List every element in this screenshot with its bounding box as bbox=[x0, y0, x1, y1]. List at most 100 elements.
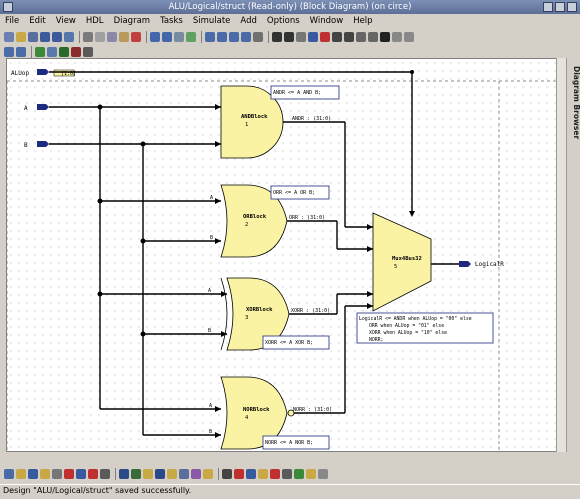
menu-hdl[interactable]: HDL bbox=[81, 15, 109, 28]
library-icon[interactable] bbox=[119, 469, 129, 479]
minimize-icon[interactable] bbox=[543, 2, 553, 12]
compile-icon[interactable] bbox=[47, 47, 57, 57]
paste-icon[interactable] bbox=[119, 32, 129, 42]
stop-icon[interactable] bbox=[234, 469, 244, 479]
grid-icon[interactable] bbox=[253, 32, 263, 42]
clear-icon[interactable] bbox=[270, 469, 280, 479]
close-icon[interactable] bbox=[567, 2, 577, 12]
mux-block-name: Mux4Bus32 bbox=[392, 256, 422, 262]
view-icon[interactable] bbox=[155, 469, 165, 479]
diagram-canvas[interactable]: ALUop [1:0] A B A B A B A B ANDBlock 1 A… bbox=[6, 58, 562, 452]
frame-icon[interactable] bbox=[392, 32, 402, 42]
menu-tasks[interactable]: Tasks bbox=[155, 15, 188, 28]
save-icon[interactable] bbox=[28, 32, 38, 42]
dashed-wire-icon[interactable] bbox=[356, 32, 366, 42]
print-icon[interactable] bbox=[83, 32, 93, 42]
flow-icon[interactable] bbox=[294, 469, 304, 479]
mux-block[interactable] bbox=[372, 212, 432, 312]
text-tool-icon[interactable] bbox=[284, 32, 294, 42]
bus-icon[interactable] bbox=[344, 32, 354, 42]
cut-icon[interactable] bbox=[95, 32, 105, 42]
nor-output-label: NORR : (31:0) bbox=[293, 407, 332, 413]
link-icon[interactable] bbox=[191, 469, 201, 479]
interface-icon[interactable] bbox=[76, 469, 86, 479]
zoom-area-icon[interactable] bbox=[241, 32, 251, 42]
port-b[interactable] bbox=[37, 141, 49, 147]
delete-icon[interactable] bbox=[131, 32, 141, 42]
back-icon[interactable] bbox=[40, 32, 50, 42]
port-a[interactable] bbox=[37, 104, 49, 110]
main-toolbar bbox=[0, 29, 580, 45]
zoom-fit-icon[interactable] bbox=[205, 32, 215, 42]
xor-input-curve bbox=[220, 277, 228, 351]
junction-icon[interactable] bbox=[380, 32, 390, 42]
copy-icon[interactable] bbox=[107, 32, 117, 42]
menu-view[interactable]: View bbox=[51, 15, 81, 28]
wire-icon[interactable] bbox=[332, 32, 342, 42]
mux-code-line-3: XORR when ALUop = "10" else bbox=[369, 330, 447, 336]
up-icon[interactable] bbox=[64, 32, 74, 42]
component-tool-icon[interactable] bbox=[16, 469, 26, 479]
undo-icon[interactable] bbox=[150, 32, 160, 42]
menu-add[interactable]: Add bbox=[235, 15, 261, 28]
generics-icon[interactable] bbox=[100, 469, 110, 479]
port-aluop-label: ALUop bbox=[11, 70, 29, 77]
hierarchy-up-icon[interactable] bbox=[16, 47, 26, 57]
or-output-label: ORR : (31:0) bbox=[289, 215, 325, 221]
no-connect-icon[interactable] bbox=[320, 32, 330, 42]
port-tool-icon[interactable] bbox=[308, 32, 318, 42]
net-icon[interactable] bbox=[52, 469, 62, 479]
forward-icon[interactable] bbox=[52, 32, 62, 42]
maximize-icon[interactable] bbox=[555, 2, 565, 12]
xor-block-num: 3 bbox=[245, 315, 248, 321]
menu-window[interactable]: Window bbox=[305, 15, 349, 28]
menu-file[interactable]: File bbox=[0, 15, 24, 28]
find-icon[interactable] bbox=[174, 32, 184, 42]
redo-icon[interactable] bbox=[162, 32, 172, 42]
menu-help[interactable]: Help bbox=[348, 15, 377, 28]
generate-hdl-icon[interactable] bbox=[35, 47, 45, 57]
port-aluop[interactable] bbox=[37, 69, 49, 75]
settings-icon[interactable] bbox=[318, 469, 328, 479]
synthesize-icon[interactable] bbox=[71, 47, 81, 57]
hds-icon[interactable] bbox=[131, 469, 141, 479]
mux-code-line-1: LogicalR <= ANDR when ALUop = "00" else bbox=[359, 316, 472, 322]
table-icon[interactable] bbox=[179, 469, 189, 479]
check-icon[interactable] bbox=[186, 32, 196, 42]
bundle-icon[interactable] bbox=[368, 32, 378, 42]
open-icon[interactable] bbox=[16, 32, 26, 42]
menu-diagram[interactable]: Diagram bbox=[109, 15, 156, 28]
menu-options[interactable]: Options bbox=[262, 15, 305, 28]
pan-icon[interactable] bbox=[296, 32, 306, 42]
port-output[interactable] bbox=[459, 261, 471, 267]
simulate-icon[interactable] bbox=[59, 47, 69, 57]
zoom-out-icon[interactable] bbox=[229, 32, 239, 42]
port-map-icon[interactable] bbox=[246, 469, 256, 479]
hierarchy-down-icon[interactable] bbox=[4, 47, 14, 57]
block3-pin-a: A bbox=[208, 288, 211, 294]
zoom-in-icon[interactable] bbox=[217, 32, 227, 42]
block3-pin-b: B bbox=[208, 328, 211, 334]
label-icon[interactable] bbox=[306, 469, 316, 479]
ruler-icon[interactable] bbox=[282, 469, 292, 479]
xor-output-label: XORR : (31:0) bbox=[291, 308, 330, 314]
window-menu-icon[interactable] bbox=[3, 2, 13, 12]
mux-block-num: 5 bbox=[394, 264, 397, 270]
embedded-block-icon[interactable] bbox=[28, 469, 38, 479]
align-left-icon[interactable] bbox=[222, 469, 232, 479]
note-icon[interactable] bbox=[143, 469, 153, 479]
signal-icon[interactable] bbox=[40, 469, 50, 479]
pen-icon[interactable] bbox=[203, 469, 213, 479]
new-icon[interactable] bbox=[4, 32, 14, 42]
run-tool-icon[interactable] bbox=[83, 47, 93, 57]
diagram-browser-tab[interactable]: Diagram Browser bbox=[566, 58, 580, 452]
menu-edit[interactable]: Edit bbox=[24, 15, 50, 28]
select-arrow-icon[interactable] bbox=[272, 32, 282, 42]
panel-tool-icon[interactable] bbox=[167, 469, 177, 479]
bookmark-icon[interactable] bbox=[258, 469, 268, 479]
remove-icon[interactable] bbox=[64, 469, 74, 479]
menu-simulate[interactable]: Simulate bbox=[188, 15, 236, 28]
block-tool-icon[interactable] bbox=[4, 469, 14, 479]
delete-net-icon[interactable] bbox=[88, 469, 98, 479]
panel-icon[interactable] bbox=[404, 32, 414, 42]
